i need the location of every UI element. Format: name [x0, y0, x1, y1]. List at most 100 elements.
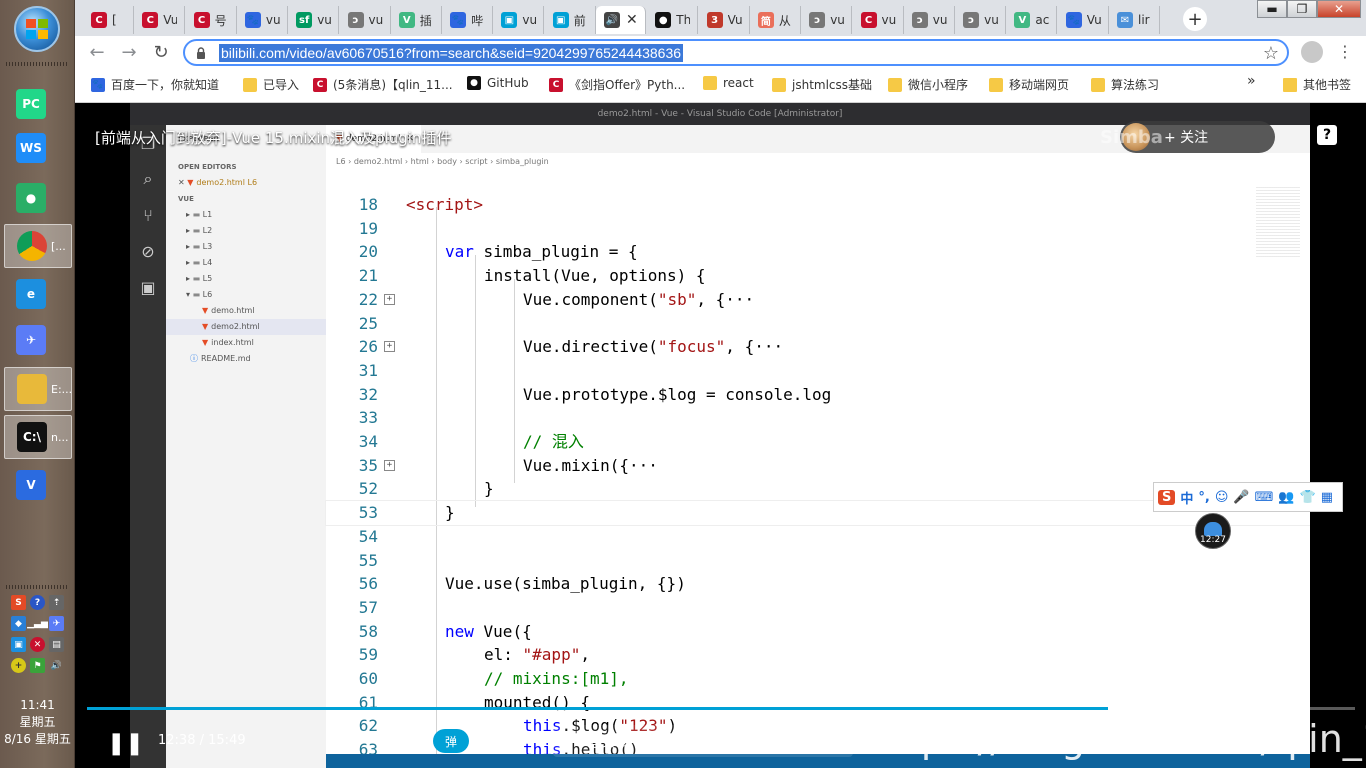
follow-button[interactable]: + 关注 [1164, 127, 1208, 147]
danmaku-etiquette-link[interactable]: 弹幕礼仪 > [777, 733, 839, 750]
close-window-button[interactable]: ✕ [1317, 0, 1361, 18]
browser-tab[interactable]: ↄ vu [955, 6, 1007, 34]
line-number: 56 [358, 574, 378, 594]
browser-tab[interactable]: C Vu [134, 6, 186, 34]
sogou-logo-icon[interactable]: S [1158, 489, 1176, 505]
browser-tab[interactable]: ↄ vu [904, 6, 955, 34]
debug-icon: ⊘ [141, 241, 155, 261]
ime-tool-icon[interactable]: 🎤 [1233, 490, 1249, 505]
browser-tab[interactable]: Vac [1006, 6, 1058, 34]
bookmark-item[interactable]: C (5条消息)【qlin_11... [313, 76, 453, 93]
forward-button[interactable]: → [117, 40, 141, 64]
taskbar-item[interactable]: E:... [4, 367, 72, 411]
other-bookmarks[interactable]: 其他书签 [1283, 76, 1351, 93]
ime-tool-icon[interactable]: 👥 [1278, 490, 1294, 505]
bookmark-item[interactable]: 移动端网页 [989, 76, 1069, 93]
browser-tab[interactable]: 简从 [750, 6, 801, 34]
browser-tab[interactable]: C号 [186, 6, 237, 34]
bookmark-item[interactable]: 算法练习 [1091, 76, 1159, 93]
danmaku-input[interactable]: 登录 或 注册 弹幕礼仪 > [553, 725, 853, 757]
browser-tab[interactable]: 🐾 哔 [442, 6, 494, 34]
bookmark-item[interactable]: 已导入 [243, 76, 299, 93]
taskbar-item[interactable]: ✈ [4, 318, 72, 362]
bookmark-item[interactable]: jshtmlcss基础 [772, 76, 872, 93]
browser-tab[interactable]: 🐾 vu [237, 6, 288, 34]
ime-tool-icon[interactable]: °, [1198, 490, 1209, 505]
taskbar-item[interactable]: e [4, 272, 72, 316]
ime-tool-icon[interactable]: ⌨ [1255, 490, 1274, 505]
address-bar[interactable]: bilibili.com/video/av60670516?from=searc… [183, 39, 1289, 66]
bookmark-label: jshtmlcss基础 [792, 78, 873, 92]
usb-tray-icon[interactable]: ⇡ [49, 595, 64, 610]
bookmark-item[interactable]: C 《剑指Offer》Pyth... [549, 76, 685, 93]
network-status-icon[interactable]: ⚑ [30, 658, 45, 673]
sogou-tray-icon[interactable]: S [11, 595, 26, 610]
taskbar-item[interactable]: WS [4, 126, 72, 170]
browser-tab[interactable]: C[ [83, 6, 134, 34]
clipboard-tray-icon[interactable]: ▤ [49, 637, 64, 652]
display-tray-icon[interactable]: ▣ [11, 637, 26, 652]
reload-button[interactable]: ↻ [149, 40, 173, 64]
favicon-icon: ↄ [347, 12, 364, 28]
browser-tab[interactable]: 🔊 ✕ [596, 6, 646, 34]
weather-widget[interactable]: 12:27 [1195, 513, 1231, 549]
url-text[interactable]: bilibili.com/video/av60670516?from=searc… [219, 43, 684, 62]
tab-title: [ [112, 13, 117, 27]
taskbar-item[interactable]: C:\ n... [4, 415, 72, 459]
start-button[interactable] [14, 6, 60, 52]
taskbar-clock[interactable]: 11:41 星期五 8/16 星期五 [0, 697, 75, 748]
ime-tool-icon[interactable]: ▦ [1321, 490, 1333, 505]
bookmark-item[interactable]: 微信小程序 [888, 76, 968, 93]
bookmark-item[interactable]: react [703, 76, 754, 90]
taskbar-item[interactable]: [... [4, 224, 72, 268]
browser-tab[interactable]: ▣ vu [493, 6, 545, 34]
minimize-button[interactable]: ▬ [1257, 0, 1287, 18]
browser-tab[interactable]: 3 Vu [699, 6, 750, 34]
vpn-tray-icon[interactable]: ◆ [11, 616, 26, 631]
sogou-ime-toolbar[interactable]: S 中 °, ☺ 🎤 ⌨ 👥 👕 ▦ [1153, 482, 1343, 512]
browser-tab[interactable]: ↄ vu [340, 6, 391, 34]
browser-tab[interactable]: ↄ vu [801, 6, 853, 34]
progress-bar[interactable] [87, 707, 1355, 710]
browser-window: C[C Vu C 号 🐾 vu sf vu ↄ vu V 插 🐾 哔 ▣ vu ▣ 前 🔊 ✕ ● Th 3 Vu 简从 ↄ vu C… [75, 0, 1366, 103]
new-tab-button[interactable]: + [1183, 7, 1207, 31]
security-tray-icon[interactable]: ✕ [30, 637, 45, 652]
ime-tool-icon[interactable]: ☺ [1215, 490, 1229, 505]
video-player[interactable]: demo2.html - Vue - Visual Studio Code [A… [75, 103, 1366, 768]
browser-tab[interactable]: Cvu [853, 6, 904, 34]
taskbar-item[interactable]: V [4, 463, 72, 507]
network-tray-icon[interactable]: ▁▃▅ [27, 616, 48, 631]
browser-tab[interactable]: 🐾 Vu [1058, 6, 1109, 34]
chrome-menu-icon[interactable]: ⋮ [1337, 42, 1353, 61]
feishu-tray-icon[interactable]: ✈ [49, 616, 64, 631]
plus-tray-icon[interactable]: + [11, 658, 26, 673]
bookmark-item[interactable]: 🐾 百度一下，你就知道 [91, 76, 219, 93]
bookmark-star-icon[interactable]: ☆ [1263, 43, 1279, 64]
browser-tab[interactable]: ▣ 前 [545, 6, 596, 34]
help-icon[interactable]: ? [1317, 125, 1337, 145]
browser-tab[interactable]: V插 [391, 6, 442, 34]
taskbar-item[interactable]: PC [4, 82, 72, 126]
browser-tab[interactable]: sf vu [288, 6, 340, 34]
ime-tool-icon[interactable]: 👕 [1300, 490, 1316, 505]
more-bookmarks-button[interactable]: » [1247, 73, 1256, 89]
code-line: 22 + Vue.component("sb", {··· [326, 288, 1310, 312]
taskbar-item[interactable]: ● [4, 176, 72, 220]
browser-tab[interactable]: ✉ lir [1109, 6, 1160, 34]
favicon-icon: 🐾 [1065, 12, 1082, 28]
code-text: } [484, 479, 494, 499]
back-button[interactable]: ← [85, 40, 109, 64]
ime-tool-icon[interactable]: 中 [1180, 488, 1193, 507]
help-tray-icon[interactable]: ? [30, 595, 45, 610]
profile-avatar-icon[interactable] [1301, 41, 1323, 63]
maximize-button[interactable]: ❐ [1287, 0, 1317, 18]
danmaku-settings-icon[interactable]: ⚙ [499, 731, 515, 752]
volume-tray-icon[interactable]: 🔊 [49, 658, 64, 673]
pause-button[interactable]: ❚❚ [107, 731, 144, 756]
danmaku-login-prompt[interactable]: 登录 或 注册 [589, 732, 662, 751]
bookmark-item[interactable]: ● GitHub [467, 76, 529, 90]
danmaku-toggle[interactable]: 弹 [433, 729, 469, 753]
close-tab-icon[interactable]: ✕ [626, 12, 638, 28]
browser-tab[interactable]: ● Th [647, 6, 699, 34]
line-number: 58 [358, 621, 378, 641]
